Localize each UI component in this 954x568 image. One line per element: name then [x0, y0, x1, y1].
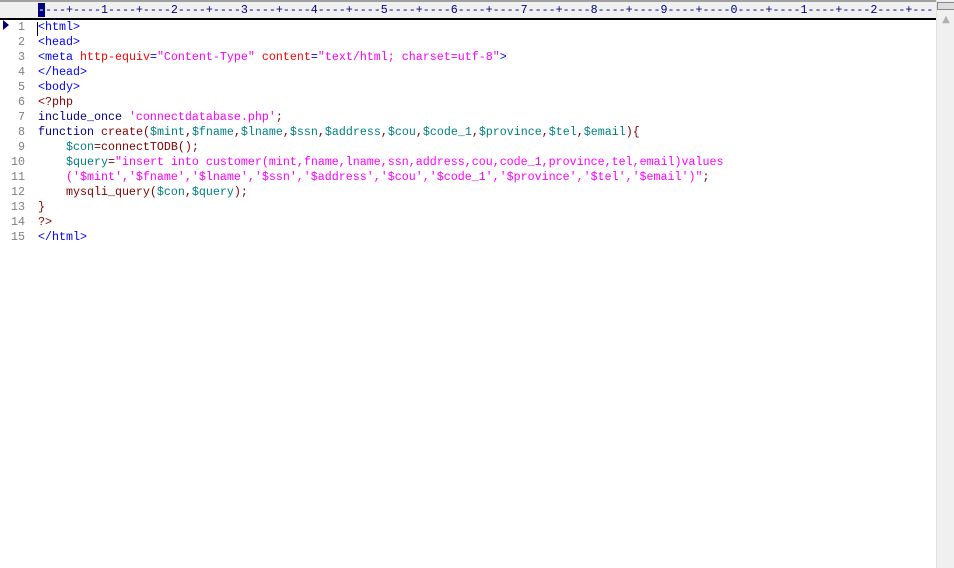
ruler-cursor-marker: - [38, 3, 45, 17]
code-token: = [310, 50, 318, 64]
text-caret [37, 22, 38, 36]
code-token: 'connectdatabase.php' [128, 110, 276, 124]
line-number: 8 [18, 125, 25, 139]
code-token: } [38, 200, 45, 214]
line-number: 2 [18, 35, 25, 49]
code-text: mysqli_query($con,$query); [38, 185, 248, 200]
code-token: <meta [38, 50, 80, 64]
code-text: <html> [38, 20, 80, 35]
code-token: $con [156, 185, 185, 199]
code-token: $email [583, 125, 626, 139]
code-token: $query [65, 155, 108, 169]
code-token: $address [324, 125, 381, 139]
ruler-scale: ---+----1----+----2----+----3----+----4-… [45, 3, 934, 17]
split-handle[interactable] [937, 2, 954, 10]
code-text: <head> [38, 35, 80, 50]
code-token: content [261, 50, 311, 64]
line-number: 5 [18, 80, 25, 94]
vertical-scrollbar[interactable]: ▲ [936, 0, 954, 568]
code-token: $con [65, 140, 94, 154]
code-token: , [471, 125, 479, 139]
code-token: ?> [38, 215, 52, 229]
code-token: "Content-Type" [156, 50, 255, 64]
current-line-arrow-icon [3, 20, 9, 30]
code-text: </head> [38, 65, 87, 80]
code-text: ('$mint','$fname','$lname','$ssn','$addr… [38, 170, 710, 185]
code-token: =connectTODB [93, 140, 178, 154]
code-text: </html> [38, 230, 87, 245]
code-token: = [149, 50, 157, 64]
line-number: 9 [18, 140, 25, 154]
code-token: $province [478, 125, 542, 139]
code-text: $con=connectTODB(); [38, 140, 199, 155]
code-text: <body> [38, 80, 80, 95]
code-text: <?php [38, 95, 73, 110]
code-token: > [499, 50, 507, 64]
code-token: create [100, 125, 143, 139]
line-number: 3 [18, 50, 25, 64]
line-number: 7 [18, 110, 25, 124]
code-text: ?> [38, 215, 52, 230]
code-token: "insert into customer(mint,fname,lname,s… [114, 155, 724, 169]
code-token: include_once [38, 110, 129, 124]
code-token: $lname [240, 125, 283, 139]
code-token: , [233, 125, 241, 139]
line-number: 14 [11, 215, 25, 229]
code-text: $query="insert into customer(mint,fname,… [38, 155, 724, 170]
line-number: 13 [11, 200, 25, 214]
code-token: <html> [38, 20, 80, 34]
code-token: "text/html; charset=utf-8" [317, 50, 500, 64]
code-token: = [107, 155, 115, 169]
code-token: function [38, 125, 101, 139]
line-number: 11 [11, 170, 25, 184]
scroll-up-arrow-icon[interactable]: ▲ [937, 12, 954, 28]
code-token: , [380, 125, 388, 139]
code-text: } [38, 200, 45, 215]
code-token: ( [149, 185, 157, 199]
code-token: , [184, 125, 192, 139]
column-ruler: ----+----1----+----2----+----3----+----4… [0, 2, 936, 20]
code-token: ('$mint','$fname','$lname','$ssn','$addr… [38, 170, 703, 184]
code-token: </html> [38, 230, 87, 244]
code-token: <?php [38, 95, 73, 109]
code-token: $tel [548, 125, 577, 139]
code-token: $mint [149, 125, 185, 139]
line-number: 12 [11, 185, 25, 199]
code-token: <head> [38, 35, 80, 49]
code-token: http-equiv [79, 50, 150, 64]
code-text: function create($mint,$fname,$lname,$ssn… [38, 125, 640, 140]
code-token: $query [191, 185, 234, 199]
code-token: , [576, 125, 584, 139]
code-token: $cou [387, 125, 416, 139]
code-token: ){ [625, 125, 640, 139]
code-token: </head> [38, 65, 87, 79]
line-number: 4 [18, 65, 25, 79]
code-token: ); [233, 185, 248, 199]
code-token: , [317, 125, 325, 139]
code-token: <body> [38, 80, 80, 94]
code-token: mysqli_query [38, 185, 150, 199]
code-token: , [415, 125, 423, 139]
code-token: $fname [191, 125, 234, 139]
code-token: $code_1 [422, 125, 472, 139]
code-text: <meta http-equiv="Content-Type" content=… [38, 50, 507, 65]
line-number: 15 [11, 230, 25, 244]
code-text: include_once 'connectdatabase.php'; [38, 110, 283, 125]
code-token: ( [142, 125, 150, 139]
code-token: (); [177, 140, 199, 154]
code-token: ; [275, 110, 283, 124]
line-number: 10 [11, 155, 25, 169]
code-token: $ssn [289, 125, 318, 139]
code-token: , [184, 185, 192, 199]
code-token: , [282, 125, 290, 139]
code-token: ; [702, 170, 710, 184]
line-number: 6 [18, 95, 25, 109]
code-token: , [541, 125, 549, 139]
